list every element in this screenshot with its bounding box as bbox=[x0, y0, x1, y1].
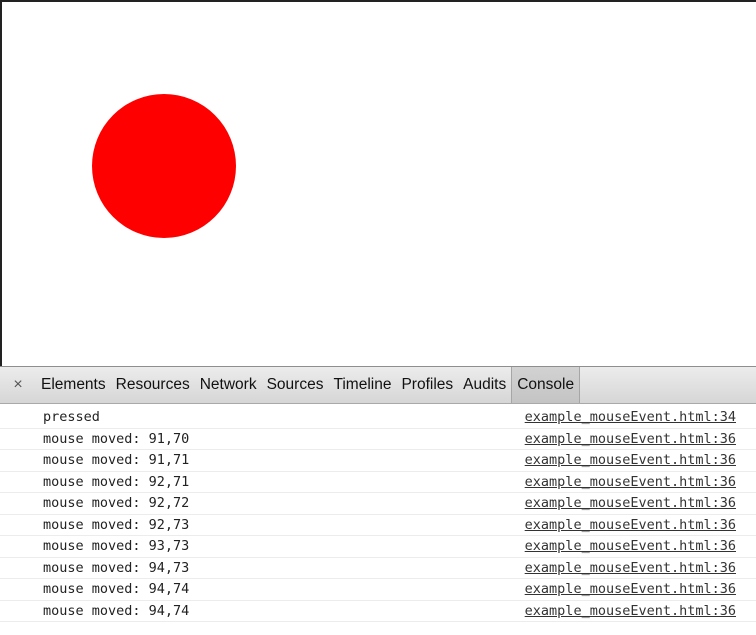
console-row: mouse moved: 92,72 example_mouseEvent.ht… bbox=[0, 493, 756, 515]
console-log: pressed example_mouseEvent.html:34 mouse… bbox=[0, 404, 756, 622]
console-row: mouse moved: 92,71 example_mouseEvent.ht… bbox=[0, 472, 756, 493]
console-source-link[interactable]: example_mouseEvent.html:36 bbox=[525, 603, 736, 619]
console-message: mouse moved: 92,73 bbox=[43, 516, 190, 533]
console-message: mouse moved: 91,71 bbox=[43, 452, 190, 468]
console-source-link[interactable]: example_mouseEvent.html:36 bbox=[525, 495, 736, 511]
console-message: mouse moved: 93,73 bbox=[43, 538, 190, 554]
console-source-link[interactable]: example_mouseEvent.html:34 bbox=[525, 409, 736, 425]
console-source-link[interactable]: example_mouseEvent.html:36 bbox=[525, 581, 736, 597]
console-source-link[interactable]: example_mouseEvent.html:36 bbox=[525, 452, 736, 468]
devtools-toolbar: × Elements Resources Network Sources Tim… bbox=[0, 366, 756, 404]
console-row: mouse moved: 91,70 example_mouseEvent.ht… bbox=[0, 429, 756, 450]
console-message: mouse moved: 92,72 bbox=[43, 495, 190, 511]
console-source-link[interactable]: example_mouseEvent.html:36 bbox=[525, 560, 736, 576]
console-source-link[interactable]: example_mouseEvent.html:36 bbox=[525, 538, 736, 554]
tab-audits[interactable]: Audits bbox=[458, 367, 511, 403]
close-icon[interactable]: × bbox=[0, 376, 36, 394]
tab-resources[interactable]: Resources bbox=[111, 367, 195, 403]
tab-sources[interactable]: Sources bbox=[262, 367, 329, 403]
tab-console[interactable]: Console bbox=[511, 367, 581, 403]
console-row: mouse moved: 94,73 example_mouseEvent.ht… bbox=[0, 558, 756, 579]
console-message: pressed bbox=[43, 409, 100, 425]
tab-timeline[interactable]: Timeline bbox=[328, 367, 396, 403]
page-canvas-area[interactable] bbox=[0, 0, 756, 366]
console-row: mouse moved: 94,74 example_mouseEvent.ht… bbox=[0, 579, 756, 601]
console-source-link[interactable]: example_mouseEvent.html:36 bbox=[525, 474, 736, 490]
console-source-link[interactable]: example_mouseEvent.html:36 bbox=[525, 517, 736, 533]
tab-profiles[interactable]: Profiles bbox=[396, 367, 458, 403]
console-message: mouse moved: 91,70 bbox=[43, 430, 190, 447]
console-row: mouse moved: 93,73 example_mouseEvent.ht… bbox=[0, 536, 756, 558]
console-row: mouse moved: 94,74 example_mouseEvent.ht… bbox=[0, 601, 756, 622]
console-message: mouse moved: 94,74 bbox=[43, 581, 190, 597]
console-row: mouse moved: 91,71 example_mouseEvent.ht… bbox=[0, 450, 756, 472]
red-circle[interactable] bbox=[92, 94, 236, 238]
tab-network[interactable]: Network bbox=[195, 367, 262, 403]
console-message: mouse moved: 94,73 bbox=[43, 559, 190, 576]
console-source-link[interactable]: example_mouseEvent.html:36 bbox=[525, 431, 736, 447]
console-message: mouse moved: 92,71 bbox=[43, 473, 190, 490]
console-message: mouse moved: 94,74 bbox=[43, 602, 190, 619]
console-row: pressed example_mouseEvent.html:34 bbox=[0, 407, 756, 429]
devtools-panel: × Elements Resources Network Sources Tim… bbox=[0, 366, 756, 635]
tab-elements[interactable]: Elements bbox=[36, 367, 111, 403]
console-row: mouse moved: 92,73 example_mouseEvent.ht… bbox=[0, 515, 756, 536]
